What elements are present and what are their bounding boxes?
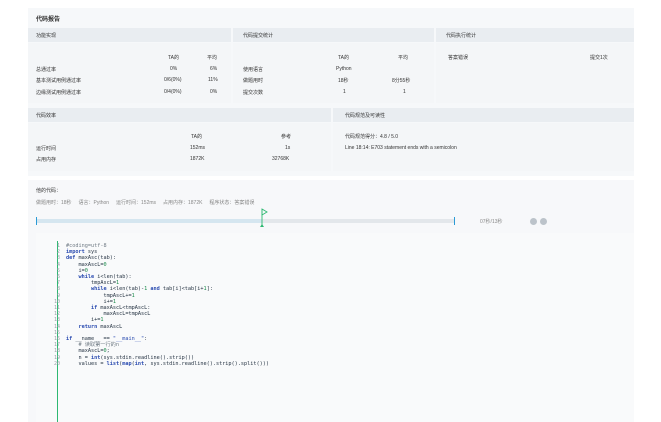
submission-row-label: 做题用时 <box>243 78 264 84</box>
efficiency-row-ref: 1s <box>285 145 291 151</box>
line-number: 20 <box>53 360 60 367</box>
style-title: 代码规范及可读性 <box>345 113 386 119</box>
submission-row-avg: 1 <box>403 89 406 95</box>
efficiency-col-ta: TA的 <box>191 134 203 140</box>
functional-row-label: 边缘测试用例通过率 <box>36 90 82 96</box>
timeline-playhead[interactable] <box>260 208 269 228</box>
code-meta: 做题用时：18秒 语言：Python 运行时间：152ms 占用内存：1872K… <box>36 200 255 206</box>
efficiency-col-ref: 参考 <box>281 134 292 140</box>
timeline-end-tick <box>454 217 455 225</box>
functional-row-ta: 0/4(0%) <box>164 89 182 95</box>
submission-col-ta: TA的 <box>338 55 350 61</box>
submission-title: 代码提交统计 <box>243 33 274 39</box>
style-score-label: 代码规范得分： <box>345 134 381 140</box>
efficiency-row-ta: 1872K <box>190 156 205 162</box>
execution-count: 提交1次 <box>590 55 608 61</box>
submission-row-ta: Python <box>336 66 352 72</box>
submission-row-ta: 18秒 <box>338 78 349 84</box>
efficiency-header <box>28 108 331 122</box>
submission-col-avg: 平均 <box>398 55 409 61</box>
functional-row-ta: 0% <box>170 66 178 72</box>
efficiency-row-ref: 32768K <box>272 156 290 162</box>
efficiency-title: 代码效率 <box>36 113 57 119</box>
submission-row-label: 使用语言 <box>243 67 264 73</box>
pause-icon[interactable] <box>540 218 547 225</box>
report-title: 代码报告 <box>36 17 61 23</box>
efficiency-row-ta: 152ms <box>190 145 206 151</box>
execution-status: 答案错误 <box>448 55 469 61</box>
functional-row-avg: 11% <box>208 77 218 83</box>
timeline-start-tick <box>36 217 37 225</box>
efficiency-row-label: 占用内存 <box>36 157 57 163</box>
timeline-time: 07秒/13秒 <box>480 219 503 225</box>
flag-icon <box>260 208 269 227</box>
functional-row-avg: 6% <box>210 66 218 72</box>
functional-row-label: 基本测试用例通过率 <box>36 78 82 84</box>
style-issue: Line 18:14: E703 statement ends with a s… <box>345 145 457 151</box>
execution-body <box>436 43 634 103</box>
code-editor[interactable]: 1 #coding=utf-8 2 import sys 3 def maxAsc(tab… <box>36 233 634 422</box>
submission-row-avg: 8分55秒 <box>392 78 411 84</box>
style-score-value: 4.8 / 5.0 <box>380 134 399 140</box>
functional-col-ta: TA的 <box>168 55 180 61</box>
code-lines: 1 #coding=utf-8 2 import sys 3 def maxAsc(tab… <box>48 243 608 422</box>
functional-row-avg: 0% <box>210 89 218 95</box>
timeline-progress <box>36 219 263 223</box>
functional-title: 功能实现 <box>36 33 57 39</box>
execution-title: 代码执行统计 <box>446 33 477 39</box>
submission-row-ta: 1 <box>343 89 346 95</box>
efficiency-row-label: 运行时间 <box>36 146 57 152</box>
code-title: 他的代码： <box>36 188 62 194</box>
functional-col-avg: 平均 <box>207 55 218 61</box>
submission-row-label: 提交次数 <box>243 90 264 96</box>
functional-row-label: 总通过率 <box>36 67 57 73</box>
code-line: 20 values = list(map(int, sys.stdin.read… <box>48 361 408 367</box>
functional-row-ta: 0/6(0%) <box>164 77 182 83</box>
play-icon[interactable] <box>530 218 537 225</box>
line-text: values = list(map(int, sys.stdin.readlin… <box>66 360 270 367</box>
functional-header <box>28 28 231 42</box>
style-score: 代码规范得分：4.8 / 5.0 <box>345 133 398 140</box>
